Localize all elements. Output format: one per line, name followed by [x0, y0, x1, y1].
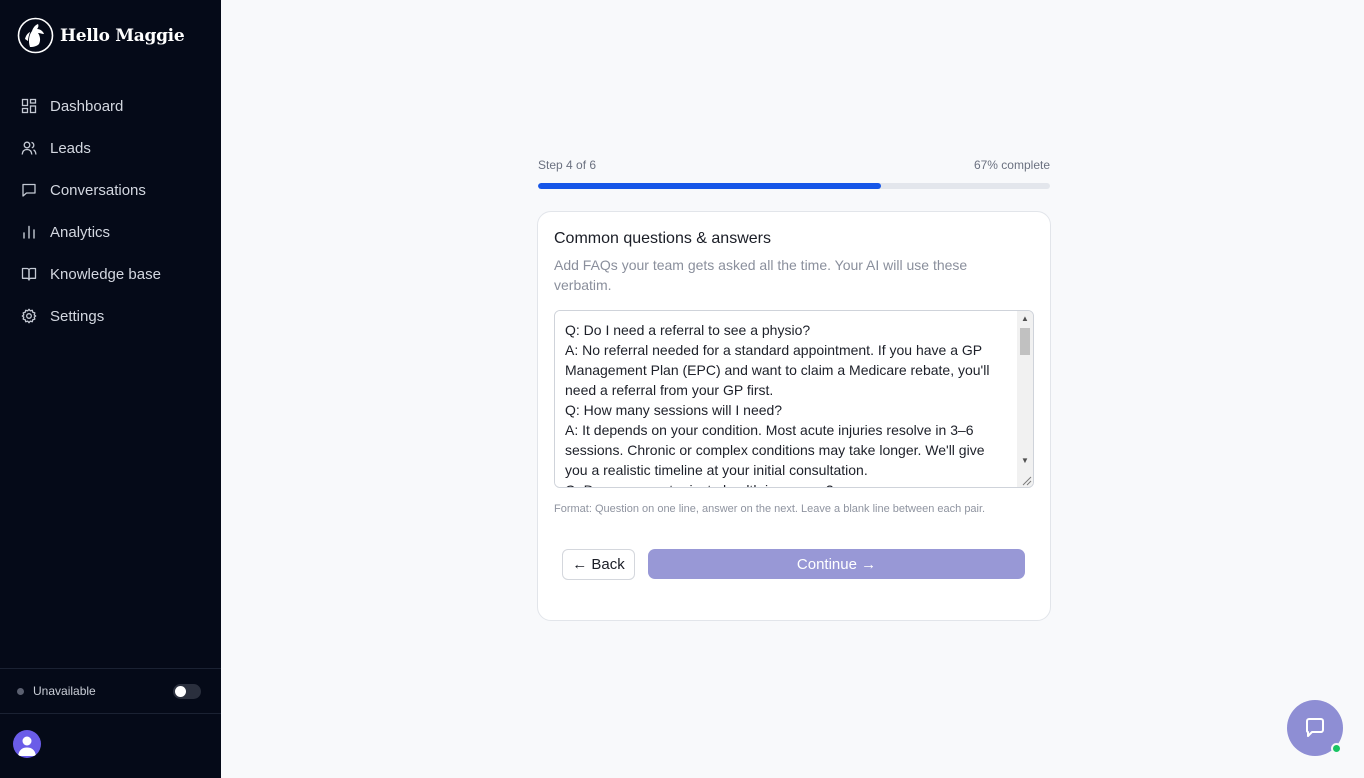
resize-handle-icon[interactable] — [1020, 474, 1032, 486]
sidebar-item-dashboard[interactable]: Dashboard — [0, 85, 221, 127]
format-hint: Format: Question on one line, answer on … — [554, 503, 986, 515]
sidebar-item-label: Conversations — [50, 181, 146, 199]
percent-complete: 67% complete — [973, 158, 1050, 172]
gear-icon — [21, 308, 37, 324]
user-icon — [18, 736, 36, 756]
scroll-up-arrow-icon[interactable]: ▲ — [1017, 312, 1033, 326]
grid-icon — [21, 98, 37, 114]
textarea-scrollbar[interactable]: ▲ ▼ — [1017, 311, 1033, 487]
faq-textarea[interactable] — [555, 311, 1017, 487]
bar-chart-icon — [21, 224, 37, 240]
brand-logo[interactable]: Hello Maggie — [17, 17, 185, 54]
scrollbar-thumb[interactable] — [1020, 328, 1030, 355]
sidebar-item-analytics[interactable]: Analytics — [0, 211, 221, 253]
sidebar-divider — [0, 713, 221, 714]
sidebar-nav: Dashboard Leads Conversations Analytics … — [0, 85, 221, 337]
step-indicator: Step 4 of 6 — [538, 158, 597, 172]
sidebar-item-knowledge-base[interactable]: Knowledge base — [0, 253, 221, 295]
sidebar-item-label: Settings — [50, 307, 105, 325]
status-dot — [17, 687, 24, 695]
faq-card: Common questions & answers Add FAQs your… — [537, 211, 1051, 621]
brand-name: Hello Maggie — [60, 25, 185, 46]
progress-fill — [538, 183, 882, 189]
avatar[interactable] — [13, 730, 41, 758]
sidebar-divider — [0, 668, 221, 669]
sidebar-item-settings[interactable]: Settings — [0, 295, 221, 337]
availability-toggle[interactable] — [173, 684, 201, 699]
sidebar-item-conversations[interactable]: Conversations — [0, 169, 221, 211]
progress-bar — [538, 183, 1050, 189]
book-open-icon — [21, 266, 37, 282]
sidebar: Hello Maggie Dashboard Leads Conversatio… — [0, 0, 221, 778]
sidebar-item-label: Knowledge base — [50, 265, 161, 283]
continue-button[interactable]: Continue → — [648, 549, 1025, 579]
sidebar-item-leads[interactable]: Leads — [0, 127, 221, 169]
faq-textarea-container: ▲ ▼ — [554, 310, 1034, 488]
toggle-knob — [175, 686, 186, 697]
sidebar-item-label: Leads — [50, 139, 91, 157]
message-square-icon — [21, 182, 37, 198]
chat-bubble-icon — [1306, 718, 1324, 737]
availability-label: Unavailable — [33, 684, 96, 698]
sidebar-item-label: Dashboard — [50, 97, 124, 115]
progress-header: Step 4 of 6 67% complete — [538, 158, 1050, 173]
availability-row: Unavailable — [17, 683, 201, 699]
maggie-logo-icon — [17, 17, 54, 54]
card-subtitle: Add FAQs your team gets asked all the ti… — [554, 257, 968, 293]
online-status-dot — [1331, 743, 1342, 754]
card-title: Common questions & answers — [554, 230, 771, 247]
wizard-progress: Step 4 of 6 67% complete — [538, 158, 1050, 189]
sidebar-item-label: Analytics — [50, 223, 111, 241]
scroll-down-arrow-icon[interactable]: ▼ — [1017, 454, 1033, 468]
users-icon — [21, 140, 37, 156]
back-button[interactable]: ← Back — [562, 549, 635, 580]
